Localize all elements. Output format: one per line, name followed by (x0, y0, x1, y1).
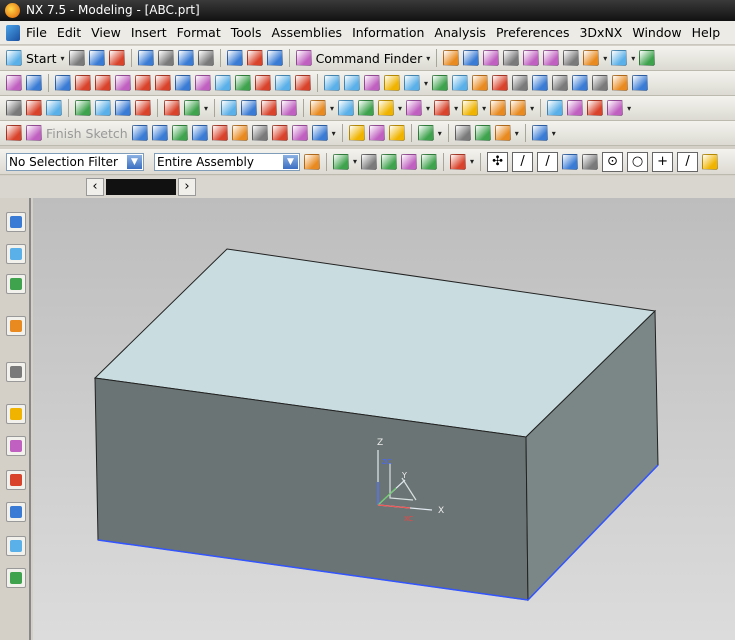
triad-zc-label: ZC (382, 458, 392, 466)
triad-xc-label: XC (404, 515, 413, 523)
triad-y-label: Y (401, 471, 407, 480)
model-view: Z Y X ZC XC (93, 248, 659, 602)
triad-z-label: Z (377, 438, 383, 448)
triad-x-label: X (438, 506, 444, 516)
graphics-window[interactable]: Z Y X ZC XC (33, 198, 735, 640)
